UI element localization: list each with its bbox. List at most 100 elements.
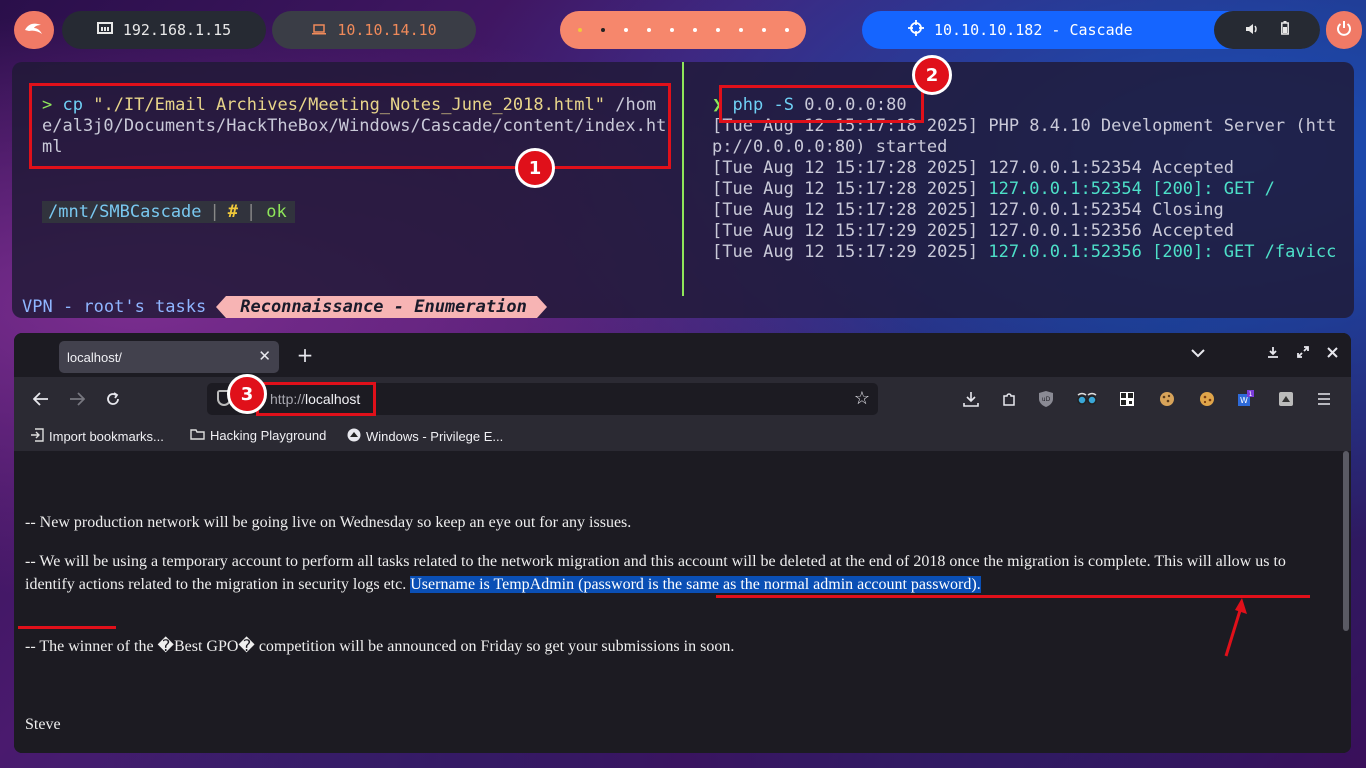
annotation-marker-2: 2 <box>912 55 952 95</box>
back-arrow-icon[interactable] <box>28 387 54 411</box>
svg-text:uD: uD <box>1042 396 1051 403</box>
log-message: 127.0.0.1:52354 Closing <box>978 200 1224 220</box>
cookie-manager-icon[interactable] <box>1197 389 1217 409</box>
svg-text:W: W <box>1240 396 1248 405</box>
status-separator: | <box>207 201 222 223</box>
svg-text:1: 1 <box>1249 391 1253 398</box>
log-message: 127.0.0.1:52356 [200]: GET /favicc <box>978 242 1337 262</box>
forward-arrow-icon[interactable] <box>64 387 90 411</box>
annotation-marker-1: 1 <box>515 148 555 188</box>
log-line: [Tue Aug 12 15:17:29 2025] 127.0.0.1:523… <box>712 221 1342 242</box>
log-message: 127.0.0.1:52354 Accepted <box>978 158 1234 178</box>
cut-off-text-line <box>25 451 1315 462</box>
shell-status-line: /mnt/SMBCascade | # | ok <box>42 201 295 223</box>
log-timestamp: [Tue Aug 12 15:17:28 2025] <box>712 200 979 220</box>
tmux-session-name: VPN - root's tasks <box>22 297 207 317</box>
workspace-dot-active[interactable] <box>600 28 605 32</box>
workspace-dot[interactable] <box>738 28 743 32</box>
laptop-icon <box>311 21 327 40</box>
workspace-dot[interactable] <box>623 28 628 32</box>
hamburger-menu-icon[interactable] <box>1314 389 1334 409</box>
qr-code-icon[interactable] <box>1117 389 1137 409</box>
power-button[interactable] <box>1326 11 1362 49</box>
maximize-icon[interactable] <box>1297 346 1309 362</box>
annotation-arrow <box>1224 598 1247 657</box>
tab-list-chevron-icon[interactable] <box>1191 346 1205 362</box>
bookmark-label: Hacking Playground <box>210 428 327 443</box>
app-menu-button[interactable] <box>14 11 54 49</box>
vpn-ip-text: 10.10.14.10 <box>337 21 437 39</box>
top-bar: 192.168.1.15 10.10.14.10 10.10.10.182 - … <box>0 0 1366 60</box>
crosshair-icon <box>908 20 924 40</box>
signature: Steve <box>25 716 61 733</box>
system-tray[interactable] <box>1214 11 1320 49</box>
log-timestamp: [Tue Aug 12 15:17:28 2025] <box>712 158 979 178</box>
paragraph-temp-account: -- We will be using a temporary account … <box>25 550 1315 596</box>
bookmark-hacking-playground[interactable]: Hacking Playground <box>190 428 326 443</box>
workspace-dot[interactable] <box>577 28 582 32</box>
paragraph-gpo: -- The winner of the �Best GPO� competit… <box>25 638 735 655</box>
tab-localhost[interactable]: localhost/ ✕ <box>59 341 279 373</box>
ublock-origin-icon[interactable]: uD <box>1036 389 1056 409</box>
log-timestamp: [Tue Aug 12 15:17:28 2025] <box>712 179 979 199</box>
reload-icon[interactable] <box>100 387 126 411</box>
page-content[interactable]: -- New production network will be going … <box>14 451 1351 753</box>
log-timestamp: [Tue Aug 12 15:17:29 2025] <box>712 221 979 241</box>
bookmarks-toolbar: Import bookmarks... Hacking Playground W… <box>14 421 1351 451</box>
power-icon <box>1336 20 1352 40</box>
workspace-dot[interactable] <box>715 28 720 32</box>
selected-credentials-text[interactable]: Username is TempAdmin (password is the s… <box>410 576 981 593</box>
import-icon <box>30 428 44 445</box>
log-timestamp: [Tue Aug 12 15:17:29 2025] <box>712 242 979 262</box>
tmux-status-bar: VPN - root's tasks Reconnaissance - Enum… <box>12 296 1354 318</box>
log-line: [Tue Aug 12 15:17:29 2025] 127.0.0.1:523… <box>712 242 1342 263</box>
log-line: [Tue Aug 12 15:17:28 2025] 127.0.0.1:523… <box>712 200 1342 221</box>
close-tab-icon[interactable]: ✕ <box>258 347 271 365</box>
log-line: [Tue Aug 12 15:17:28 2025] 127.0.0.1:523… <box>712 158 1342 179</box>
status-root-hash: # <box>221 201 245 223</box>
close-window-icon[interactable] <box>1327 346 1338 362</box>
tmux-window-tab[interactable]: Reconnaissance - Enumeration <box>216 296 547 318</box>
bookmark-windows-privesc[interactable]: Windows - Privilege E... <box>347 428 503 445</box>
log-message: 127.0.0.1:52356 Accepted <box>978 221 1234 241</box>
status-separator: | <box>244 201 259 223</box>
log-line: [Tue Aug 12 15:17:28 2025] 127.0.0.1:523… <box>712 179 1342 200</box>
annotation-marker-3: 3 <box>227 374 267 414</box>
new-tab-button[interactable]: + <box>292 342 318 368</box>
page-scrollbar[interactable] <box>1343 451 1349 631</box>
local-ip-text: 192.168.1.15 <box>122 21 232 39</box>
extension-misc-icon[interactable] <box>1276 389 1296 409</box>
downloads-icon[interactable] <box>961 389 981 409</box>
tab-bar: localhost/ ✕ + <box>14 333 1351 377</box>
workspace-dot[interactable] <box>761 28 766 32</box>
workspace-dot[interactable] <box>784 28 789 32</box>
log-message: 127.0.0.1:52354 [200]: GET / <box>978 179 1275 199</box>
bookmark-import[interactable]: Import bookmarks... <box>30 428 164 445</box>
annotation-box-copy-command <box>29 83 671 169</box>
workspace-dot[interactable] <box>669 28 674 32</box>
bookmark-label: Import bookmarks... <box>49 429 164 444</box>
cookie-editor-icon[interactable] <box>1157 389 1177 409</box>
battery-icon[interactable] <box>1281 21 1289 39</box>
paragraph-network: -- New production network will be going … <box>25 514 632 531</box>
minimize-icon[interactable] <box>1267 346 1279 362</box>
workspace-dot[interactable] <box>692 28 697 32</box>
extensions-puzzle-icon[interactable] <box>999 389 1019 409</box>
folder-icon <box>190 428 205 443</box>
glasses-extension-icon[interactable] <box>1077 389 1097 409</box>
annotation-box-php-server <box>719 85 924 123</box>
vpn-ip-indicator[interactable]: 10.10.14.10 <box>272 11 476 49</box>
site-favicon-icon <box>347 428 361 445</box>
status-ok: ok <box>258 201 295 223</box>
annotation-box-url <box>256 382 376 416</box>
local-ip-indicator[interactable]: 192.168.1.15 <box>62 11 266 49</box>
wappalyzer-icon[interactable]: W1 <box>1236 389 1256 409</box>
bookmark-star-icon[interactable]: ☆ <box>854 388 870 409</box>
navigation-toolbar: http://localhost ☆ uD W1 <box>14 377 1351 421</box>
workspace-switcher[interactable] <box>560 11 806 49</box>
annotation-underline-password <box>18 626 116 629</box>
browser-window[interactable]: localhost/ ✕ + http://localhost ☆ uD W 1… <box>14 333 1351 753</box>
workspace-dot[interactable] <box>646 28 651 32</box>
volume-icon[interactable] <box>1245 21 1259 39</box>
network-icon <box>96 21 113 40</box>
